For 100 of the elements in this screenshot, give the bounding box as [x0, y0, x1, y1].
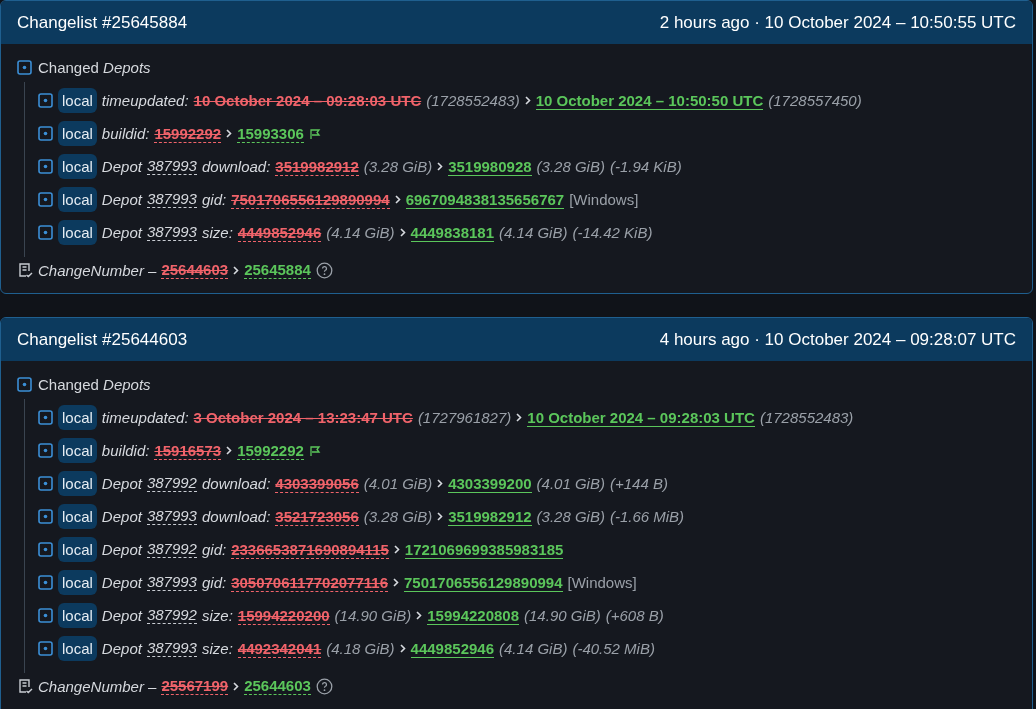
badge: local [58, 88, 97, 113]
badge: local [58, 187, 97, 212]
new-note: (3.28 GiB) [536, 508, 605, 525]
field-name: buildid: [101, 442, 150, 459]
old-value: 25567199 [161, 677, 229, 695]
chevron-icon [516, 413, 523, 422]
size-delta: (-14.42 KiB) [572, 224, 653, 241]
chevron-icon [399, 644, 406, 653]
old-value: 4492342041 [237, 639, 322, 658]
help-icon[interactable] [315, 677, 333, 695]
new-note: (4.14 GiB) [499, 640, 568, 657]
new-value: 1721069699385983185 [404, 540, 564, 559]
old-value: 4449852946 [237, 223, 322, 242]
old-value: 3521723056 [275, 507, 359, 526]
row-label: Depot [101, 574, 142, 591]
new-value: 15994220808 [427, 606, 520, 625]
new-note: (4.14 GiB) [499, 224, 568, 241]
badge: local [58, 537, 97, 562]
old-value: 3050706117702077116 [231, 573, 388, 592]
new-value: 25645884 [244, 261, 311, 279]
badge: local [58, 471, 97, 496]
help-icon[interactable] [315, 261, 333, 279]
new-note: (14.90 GiB) [524, 607, 601, 624]
depot-link[interactable]: 387993 [146, 508, 197, 525]
chevron-icon [437, 162, 444, 171]
old-note: (1727961827) [417, 409, 512, 426]
new-note: (1728557450) [768, 92, 862, 109]
chevron-icon [416, 611, 423, 620]
old-note: (3.28 GiB) [363, 508, 433, 525]
size-delta: (-40.52 MiB) [572, 640, 655, 657]
changelist-title[interactable]: Changelist #25644603 [17, 329, 188, 350]
row-label: Depot [101, 224, 142, 241]
changelist-time: 4 hours ago · 10 October 2024 – 09:28:07 UTC [659, 329, 1016, 350]
chevron-icon [393, 545, 400, 554]
chevron-icon [399, 228, 406, 237]
platform-label: [Windows] [569, 191, 639, 208]
field-name: timeupdated: [101, 409, 189, 426]
new-note: (4.01 GiB) [536, 475, 605, 492]
chevron-icon [394, 195, 401, 204]
chevron-icon [226, 446, 233, 455]
chevron-icon [437, 512, 444, 521]
chevron-icon [437, 479, 444, 488]
field-name: size: [201, 224, 233, 241]
field-name: gid: [201, 574, 227, 591]
section-title: Changed Depots [38, 58, 151, 76]
row-label: Depot [101, 640, 142, 657]
old-value: 15916573 [154, 441, 222, 460]
size-delta: (-1.66 MiB) [609, 508, 685, 525]
changelist-title[interactable]: Changelist #25645884 [17, 12, 188, 33]
old-value: 15992292 [154, 124, 222, 143]
old-note: (4.18 GiB) [326, 640, 395, 657]
old-value: 7501706556129890994 [231, 190, 390, 209]
field-name: buildid: [101, 125, 150, 142]
depot-link[interactable]: 387993 [146, 574, 197, 591]
badge: local [58, 504, 97, 529]
badge: local [58, 438, 97, 463]
depot-link[interactable]: 387993 [146, 224, 197, 241]
badge: local [58, 636, 97, 661]
new-value: 3519980928 [448, 157, 532, 176]
flag-icon [308, 127, 321, 140]
old-value: 4303399056 [275, 474, 359, 493]
new-value: 4449838181 [410, 223, 495, 242]
new-value: 15993306 [237, 124, 304, 143]
old-note: (1728552483) [426, 92, 520, 109]
row-label: Depot [101, 508, 142, 525]
badge: local [58, 405, 97, 430]
old-value: 3 October 2024 – 13:23:47 UTC [193, 409, 413, 426]
old-value: 3519982912 [275, 157, 359, 176]
depot-link[interactable]: 387993 [146, 158, 197, 175]
depot-link[interactable]: 387993 [146, 640, 197, 657]
new-value: 10 October 2024 – 09:28:03 UTC [527, 408, 755, 427]
field-name: gid: [201, 541, 227, 558]
field-name: timeupdated: [101, 92, 189, 109]
old-note: (4.14 GiB) [326, 224, 395, 241]
new-value: 7501706556129890994 [404, 573, 563, 592]
depot-link[interactable]: 387992 [146, 475, 197, 492]
document-check-icon [17, 678, 33, 694]
field-name: ChangeNumber – [38, 261, 157, 279]
size-delta: (+608 B) [605, 607, 664, 624]
chevron-icon [233, 681, 240, 691]
badge: local [58, 570, 97, 595]
field-name: size: [201, 607, 233, 624]
old-value: 2336653871690894115 [231, 540, 389, 559]
old-value: 15994220200 [237, 606, 330, 625]
size-delta: (+144 B) [609, 475, 668, 492]
badge: local [58, 121, 97, 146]
old-note: (3.28 GiB) [363, 158, 433, 175]
row-label: Depot [101, 475, 142, 492]
new-value: 10 October 2024 – 10:50:50 UTC [535, 91, 764, 110]
chevron-icon [524, 96, 531, 105]
size-delta: (-1.94 KiB) [609, 158, 682, 175]
section-title: Changed Depots [38, 375, 151, 393]
chevron-icon [233, 265, 240, 275]
depot-link[interactable]: 387992 [146, 541, 197, 558]
platform-label: [Windows] [567, 574, 637, 591]
depot-link[interactable]: 387992 [146, 607, 197, 624]
field-name: download: [201, 475, 271, 492]
field-name: ChangeNumber – [38, 677, 157, 695]
old-value: 10 October 2024 – 09:28:03 UTC [193, 92, 422, 109]
depot-link[interactable]: 387993 [146, 191, 197, 208]
